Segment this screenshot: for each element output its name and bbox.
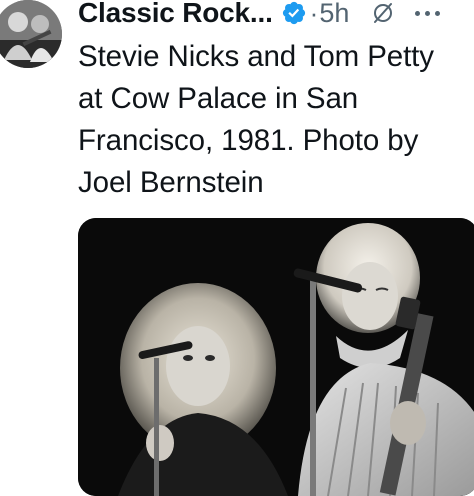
tweet-timestamp[interactable]: 5h <box>319 0 349 29</box>
tweet-header: Classic Rock... · 5h <box>78 0 474 30</box>
author-avatar[interactable] <box>0 0 62 68</box>
author-display-name[interactable]: Classic Rock... <box>78 0 273 29</box>
more-options-icon[interactable] <box>415 10 441 16</box>
grok-icon[interactable] <box>371 1 395 25</box>
separator-dot: · <box>309 0 319 28</box>
avatar-photo-icon <box>0 0 62 68</box>
tweet-text: Stevie Nicks and Tom Petty at Cow Palace… <box>78 40 434 199</box>
tweet-photo[interactable] <box>78 218 474 496</box>
concert-photo-image <box>78 218 474 496</box>
verified-badge-icon <box>282 1 305 25</box>
